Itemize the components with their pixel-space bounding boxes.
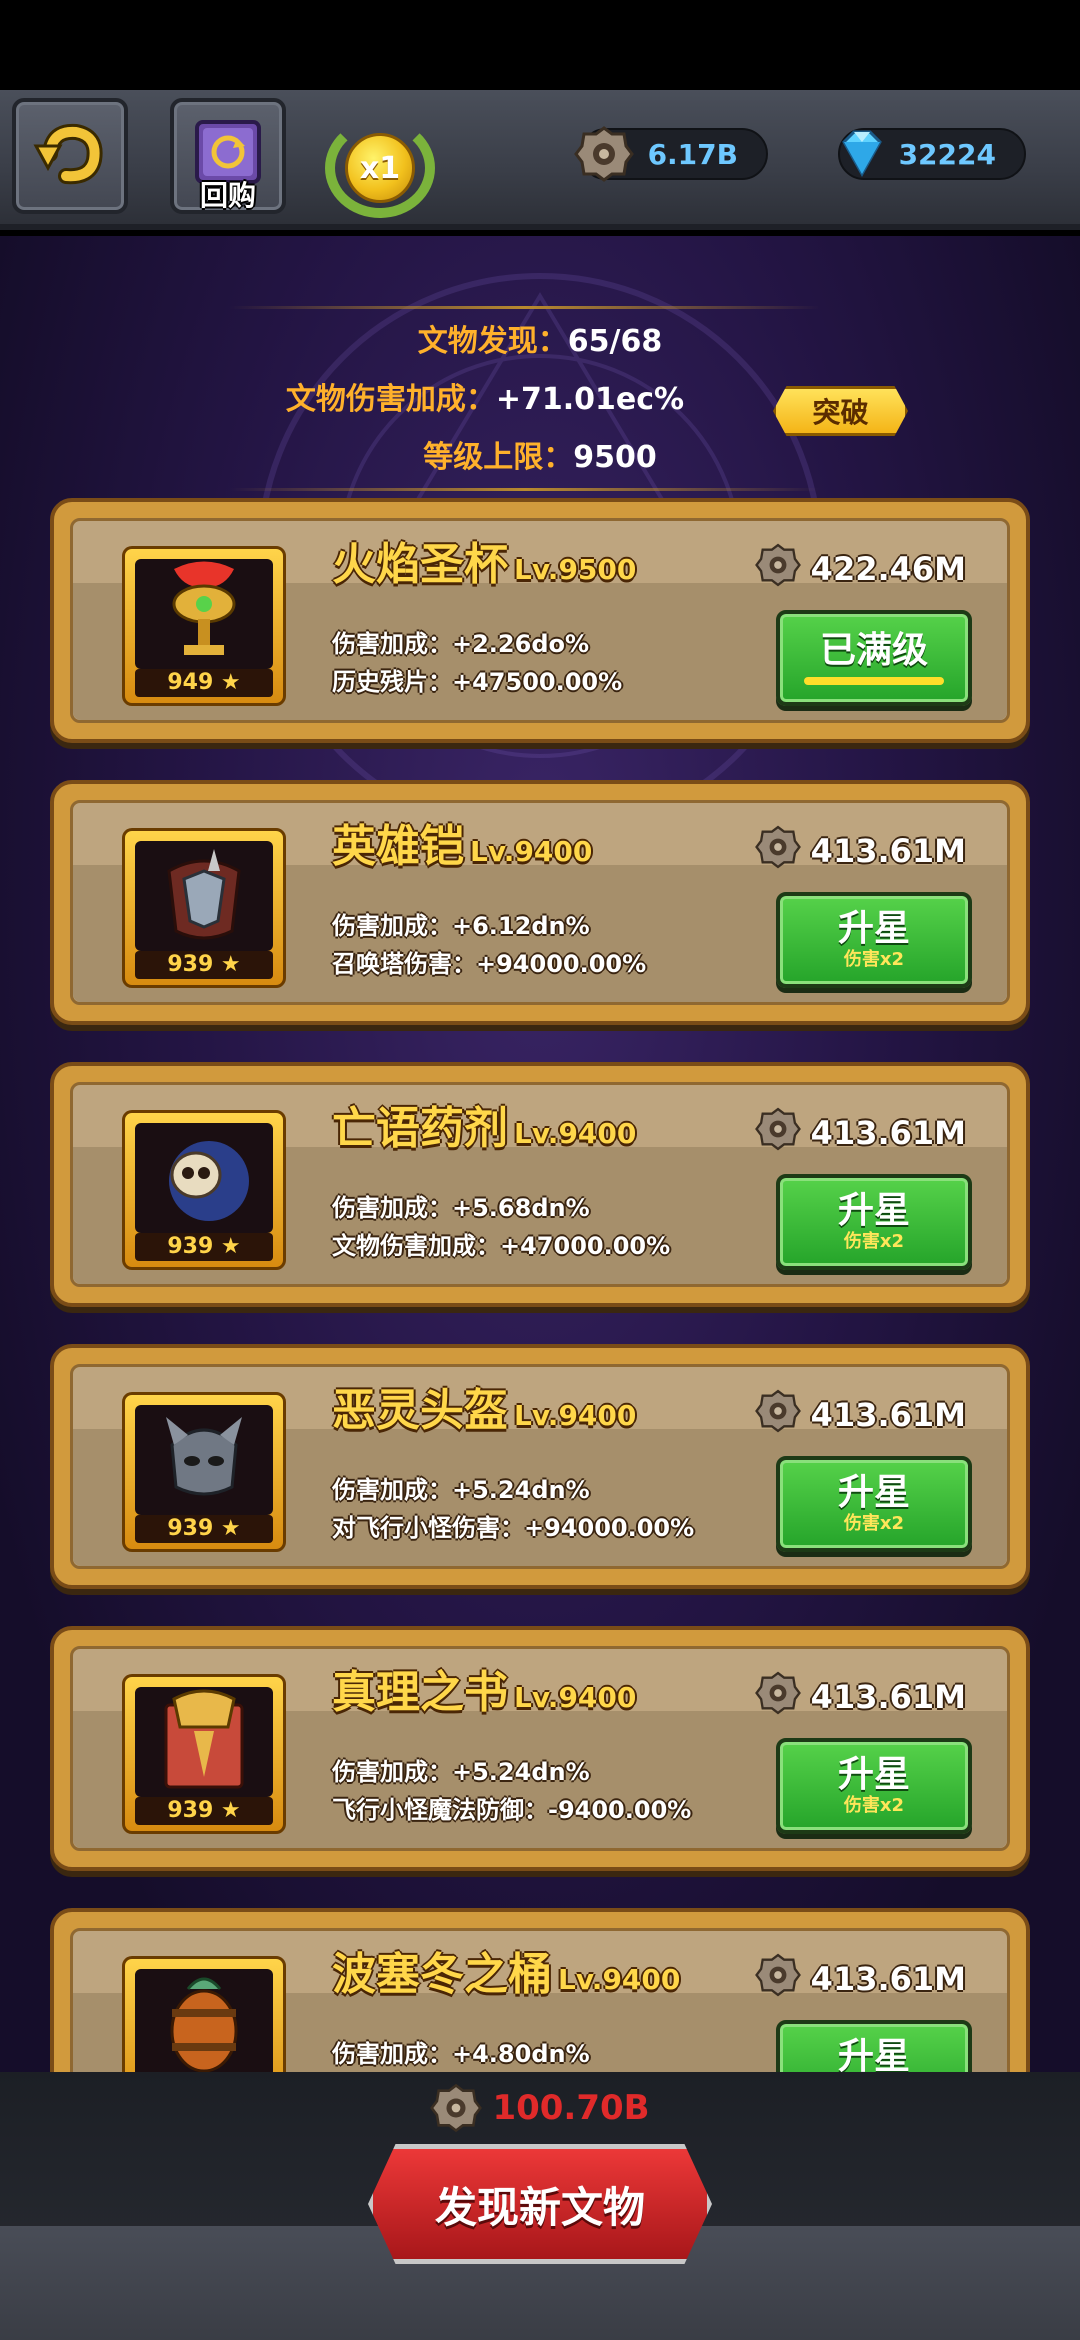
diamond-currency: 32224	[838, 128, 1026, 180]
artifact-icon-frame[interactable]: 949 ★	[122, 546, 286, 706]
skull-potion-icon	[135, 1123, 273, 1233]
upgrade-cost: 413.61M	[754, 824, 966, 878]
bottom-bar: 100.70B 发现新文物	[0, 2072, 1080, 2340]
artifact-damage-bonus: 文物伤害加成：+71.01ec%	[285, 382, 685, 417]
level-cap: 等级上限：9500	[423, 440, 657, 475]
speed-multiplier[interactable]: x1	[325, 118, 435, 218]
artifact-name: 波塞冬之桶 Lv.9400	[332, 1949, 681, 2000]
artifact-name: 火焰圣杯 Lv.9500	[332, 539, 637, 590]
artifact-icon-frame[interactable]: 939 ★	[122, 1392, 286, 1552]
star-up-button[interactable]: 升星伤害x2	[776, 1738, 972, 1834]
gear-currency-icon	[574, 126, 634, 182]
diamond-currency-value: 32224	[898, 137, 996, 171]
artifact-damage-line: 伤害加成：+5.24dn%	[332, 1758, 590, 1786]
top-bar: 回购 x1 6.17B 32224	[0, 90, 1080, 230]
artifact-effect-line: 召唤塔伤害：+94000.00%	[332, 950, 647, 978]
artifact-level: Lv.9400	[514, 1117, 637, 1150]
status-bar	[0, 0, 1080, 90]
breakthrough-button[interactable]: 突破	[773, 386, 908, 436]
artifact-damage-line: 伤害加成：+4.80dn%	[332, 2040, 590, 2068]
artifact-icon-frame[interactable]: 939 ★	[122, 1956, 286, 2072]
artifact-damage-line: 伤害加成：+2.26do%	[332, 630, 590, 658]
diamond-icon	[842, 130, 882, 178]
gear-currency: 6.17B	[574, 126, 768, 182]
star-count: 939 ★	[135, 951, 273, 979]
upgrade-cost: 413.61M	[754, 1388, 966, 1442]
hero-armor-icon	[135, 841, 273, 951]
gear-currency-icon	[754, 1388, 801, 1442]
max-progress-bar	[804, 677, 944, 685]
gear-currency-icon	[754, 1952, 801, 2006]
artifact-card: 939 ★波塞冬之桶Lv.9400413.61M伤害加成：+4.80dn%被眩晕…	[50, 1908, 1030, 2072]
artifact-icon-frame[interactable]: 939 ★	[122, 1674, 286, 1834]
artifact-stats: 文物发现：65/68 文物伤害加成：+71.01ec% 突破 等级上限：9500	[0, 276, 1080, 516]
artifact-icon-frame[interactable]: 939 ★	[122, 828, 286, 988]
poseidon-barrel-icon	[135, 1969, 273, 2072]
upgrade-cost: 413.61M	[754, 1670, 966, 1724]
artifact-damage-line: 伤害加成：+5.24dn%	[332, 1476, 590, 1504]
max-level-button[interactable]: 已满级	[776, 610, 972, 706]
upgrade-cost: 422.46M	[754, 542, 966, 596]
artifact-card: 939 ★ 真理之书 Lv.9400 413.61M 伤害加成：+5.24dn% 飞行小怪…	[50, 1626, 1030, 1871]
artifacts-found: 文物发现：65/68	[417, 324, 663, 359]
star-count: 939 ★	[135, 1797, 273, 1825]
artifact-card: 939 ★ 恶灵头盔 Lv.9400 413.61M 伤害加成：+5.24dn% 对飞行小…	[50, 1344, 1030, 1589]
flame-chalice-icon	[135, 559, 273, 669]
artifact-effect-line: 历史残片：+47500.00%	[332, 668, 623, 696]
discover-artifact-button[interactable]: 发现新文物	[368, 2144, 712, 2264]
artifact-level: Lv.9400	[470, 835, 593, 868]
total-cost-value: 100.70B	[492, 2088, 650, 2128]
artifact-level: Lv.9500	[514, 553, 637, 586]
star-count: 949 ★	[135, 669, 273, 697]
undo-arrow-icon	[33, 123, 103, 185]
gear-currency-icon	[430, 2083, 483, 2133]
artifact-damage-line: 伤害加成：+6.12dn%	[332, 912, 590, 940]
upgrade-cost: 413.61M	[754, 1106, 966, 1160]
artifact-icon-frame[interactable]: 939 ★	[122, 1110, 286, 1270]
artifact-name: 恶灵头盔 Lv.9400	[332, 1385, 637, 1436]
upgrade-cost: 413.61M	[754, 1952, 966, 2006]
rebuy-label: 回购	[199, 179, 256, 212]
gear-currency-icon	[754, 1670, 801, 1724]
artifact-panel: 文物发现：65/68 文物伤害加成：+71.01ec% 突破 等级上限：9500…	[0, 236, 1080, 2072]
demon-helmet-icon	[135, 1405, 273, 1515]
artifact-card: 939 ★ 英雄铠 Lv.9400 413.61M 伤害加成：+6.12dn% 召唤塔伤害…	[50, 780, 1030, 1025]
star-up-button[interactable]: 升星伤害x2	[776, 1456, 972, 1552]
back-button[interactable]	[12, 98, 128, 214]
divider	[230, 306, 820, 309]
artifact-level: Lv.9400	[514, 1399, 637, 1432]
artifact-effect-line: 飞行小怪魔法防御：-9400.00%	[332, 1796, 692, 1824]
gear-currency-icon	[754, 824, 801, 878]
artifact-card: 949 ★ 火焰圣杯 Lv.9500 422.46M 伤害加成：+2.26do% 历史残片…	[50, 498, 1030, 743]
rebuy-button[interactable]: 回购	[170, 98, 286, 214]
gear-currency-icon	[754, 1106, 801, 1160]
artifact-level: Lv.9400	[558, 1963, 681, 1996]
star-count: 939 ★	[135, 1515, 273, 1543]
star-up-button[interactable]: 升星伤害x2	[776, 2020, 972, 2072]
gear-currency-icon	[754, 542, 801, 596]
gear-currency-value: 6.17B	[647, 137, 738, 171]
laurel-icon	[325, 118, 435, 218]
total-cost: 100.70B	[0, 2082, 1080, 2134]
artifact-name: 英雄铠 Lv.9400	[332, 821, 593, 872]
divider	[230, 488, 820, 491]
star-up-button[interactable]: 升星伤害x2	[776, 892, 972, 988]
artifact-name: 亡语药剂 Lv.9400	[332, 1103, 637, 1154]
star-up-button[interactable]: 升星伤害x2	[776, 1174, 972, 1270]
artifact-effect-line: 对飞行小怪伤害：+94000.00%	[332, 1514, 695, 1542]
truth-book-icon	[135, 1687, 273, 1797]
artifact-level: Lv.9400	[514, 1681, 637, 1714]
artifact-effect-line: 文物伤害加成：+47000.00%	[332, 1232, 671, 1260]
artifact-damage-line: 伤害加成：+5.68dn%	[332, 1194, 590, 1222]
artifact-name: 真理之书 Lv.9400	[332, 1667, 637, 1718]
star-count: 939 ★	[135, 1233, 273, 1261]
artifact-card: 939 ★ 亡语药剂 Lv.9400 413.61M 伤害加成：+5.68dn% 文物伤害…	[50, 1062, 1030, 1307]
